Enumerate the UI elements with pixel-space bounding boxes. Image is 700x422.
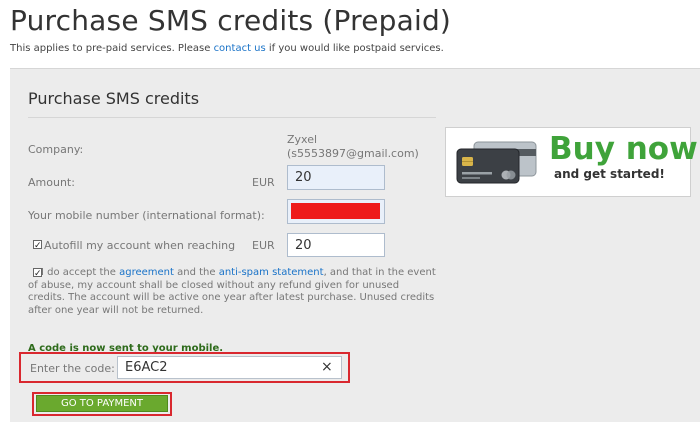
company-name: Zyxel	[287, 133, 318, 146]
agreement-link[interactable]: agreement	[119, 267, 174, 278]
company-email: (s5553897@gmail.com)	[287, 147, 419, 160]
autofill-currency: EUR	[252, 239, 275, 252]
mobile-input[interactable]	[287, 199, 385, 224]
terms-text: I do accept the agreement and the anti-s…	[28, 267, 438, 317]
autofill-checkbox[interactable]: ✓	[33, 240, 42, 250]
section-title: Purchase SMS credits	[28, 89, 200, 108]
page-title: Purchase SMS credits (Prepaid)	[10, 4, 452, 37]
anti-spam-statement-link[interactable]: anti-spam statement	[219, 267, 324, 278]
contact-us-link[interactable]: contact us	[214, 43, 266, 54]
go-to-payment-button[interactable]: GO TO PAYMENT	[36, 395, 168, 412]
section-divider	[28, 117, 436, 118]
clear-code-icon[interactable]: ×	[321, 359, 333, 375]
banner-tagline: and get started!	[554, 167, 665, 181]
code-input[interactable]	[117, 356, 342, 379]
amount-input[interactable]	[287, 165, 385, 190]
banner-headline: Buy now	[549, 131, 698, 167]
subtitle-text-after: if you would like postpaid services.	[265, 43, 444, 54]
subtitle-text-before: This applies to pre-paid services. Pleas…	[10, 43, 214, 54]
autofill-label: Autofill my account when reaching	[44, 239, 236, 252]
terms-text-part-1: I do accept the	[41, 267, 120, 278]
code-label: Enter the code:	[30, 362, 115, 375]
company-label: Company:	[28, 143, 84, 156]
page-subtitle: This applies to pre-paid services. Pleas…	[10, 43, 444, 54]
amount-label: Amount:	[28, 176, 75, 189]
autofill-input[interactable]	[287, 233, 385, 257]
mobile-label: Your mobile number (international format…	[28, 209, 265, 222]
terms-text-part-2: and the	[173, 267, 219, 278]
redacted-block	[291, 203, 380, 219]
amount-currency: EUR	[252, 176, 275, 189]
credit-cards-icon	[454, 139, 542, 185]
